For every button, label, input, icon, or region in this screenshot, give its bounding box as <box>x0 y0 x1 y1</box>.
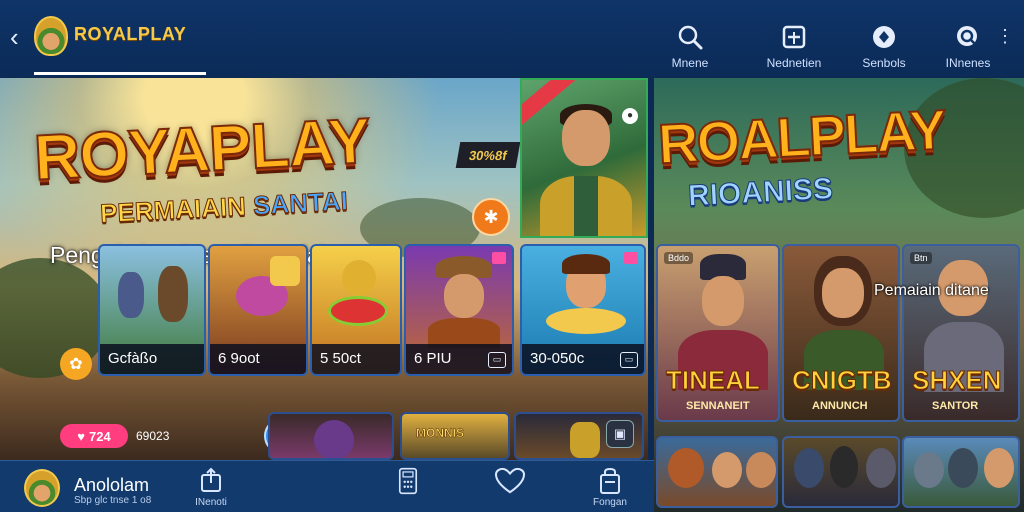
mini-game-card[interactable]: MONNIS <box>400 412 510 460</box>
mini-game-card[interactable] <box>268 412 394 460</box>
hero-subtitle: PERMAIAIN SANTAI <box>99 185 349 230</box>
right-title: ROALPLAY <box>656 97 948 177</box>
palm-decoration <box>0 258 110 378</box>
card-subtitle: ANNUNCH <box>812 400 868 412</box>
heart-icon: ♥ <box>77 428 85 444</box>
badge-icon <box>492 252 506 264</box>
game-caption: 5 50ct <box>312 344 400 374</box>
card-title: TINEAL <box>666 365 761 396</box>
right-game-card[interactable]: CNIGTB ANNUNCH <box>782 244 900 422</box>
topnav-item-ticket[interactable]: Nednetien <box>754 22 834 70</box>
game-card[interactable]: 30-050c ▭ <box>520 244 646 376</box>
promo-pill[interactable]: ♥ 724 <box>60 424 128 448</box>
gallery-icon[interactable]: ▣ <box>606 420 634 448</box>
game-art <box>312 246 400 344</box>
game-card[interactable]: Gcfàßo <box>98 244 206 376</box>
active-tab-indicator <box>34 72 206 75</box>
mini-card-label: MONNIS <box>416 426 465 441</box>
bottom-nav-wallet[interactable]: Fongan <box>588 467 632 508</box>
upload-icon <box>201 467 221 492</box>
character-face <box>562 110 610 166</box>
right-overlay-text: Pemaiain ditane <box>874 282 989 299</box>
chat-icon[interactable]: ▭ <box>620 352 638 368</box>
settings-circle-icon <box>873 26 895 48</box>
topnav-item-search[interactable]: Mnene <box>650 22 730 70</box>
user-avatar[interactable] <box>24 469 60 507</box>
bonus-button[interactable]: ✱ <box>472 198 510 236</box>
topnav-label: Mnene <box>671 56 709 70</box>
top-bar: ‹ ROYALPLAY Mnene Nednetien Senbols INne… <box>0 0 1024 76</box>
game-art <box>100 246 204 344</box>
game-card[interactable]: 6 9oot <box>208 244 308 376</box>
right-mini-card[interactable] <box>656 436 778 508</box>
badge-icon <box>624 252 638 264</box>
more-options-icon[interactable]: ⋮ <box>996 26 1014 46</box>
chat-search-icon <box>957 26 977 46</box>
back-arrow-icon[interactable]: ‹ <box>10 22 19 52</box>
bottom-nav-label: INenoti <box>195 497 227 508</box>
info-icon[interactable]: ● <box>622 108 638 124</box>
wallet-icon <box>600 467 620 494</box>
brand-name: ROYALPLAY <box>74 24 187 44</box>
promo-count: 69023 <box>136 429 170 443</box>
ticket-icon <box>782 25 806 49</box>
card-subtitle: SANTOR <box>932 400 979 412</box>
promo-tag: 30%8f <box>455 142 521 168</box>
promo-pill-value: 724 <box>89 428 111 444</box>
bottom-nav-calculator[interactable] <box>388 467 428 495</box>
topnav-label: Nednetien <box>766 56 822 70</box>
bottom-nav-upload[interactable]: INenoti <box>186 467 236 508</box>
right-mini-card[interactable] <box>902 436 1020 508</box>
card-title: CNIGTB <box>792 365 893 396</box>
right-mini-card[interactable] <box>782 436 900 508</box>
brand-logo <box>34 16 68 56</box>
user-name: Anololam <box>74 475 150 495</box>
topnav-label: Senbols <box>862 56 906 70</box>
chat-icon[interactable]: ▭ <box>488 352 506 368</box>
game-caption: 6 9oot <box>210 344 306 374</box>
card-tag: Bddo <box>664 252 694 264</box>
topnav-item-symbols[interactable]: Senbols <box>844 22 924 70</box>
hero-title: ROYAPLAY <box>31 103 372 194</box>
game-card[interactable]: 5 50ct <box>310 244 402 376</box>
hero-panel: ROYAPLAY PERMAIAIN SANTAI 30%8f ✱ ● Peng… <box>0 78 648 460</box>
right-subtitle: RIOANISS <box>687 172 835 214</box>
card-title: SHXEN <box>912 365 1003 396</box>
calculator-icon <box>398 467 418 495</box>
game-art <box>210 246 306 344</box>
featured-game-card[interactable]: ● <box>520 78 648 238</box>
search-icon <box>678 25 703 50</box>
bottom-bar: Anololam Sbp glc tnse 1 o8 INenoti Fonga… <box>0 460 654 512</box>
card-subtitle: SENNANEIT <box>686 400 750 412</box>
right-game-card[interactable]: Bddo TINEAL SENNANEIT <box>656 244 780 422</box>
bottom-nav-label: Fongan <box>593 497 627 508</box>
card-tag: Btn <box>910 252 932 264</box>
game-card[interactable]: 6 PIU ▭ <box>404 244 514 376</box>
right-game-card[interactable]: Btn SHXEN SANTOR <box>902 244 1020 422</box>
heart-icon <box>494 467 526 494</box>
paw-icon[interactable]: ✿ <box>60 348 92 380</box>
user-subtitle: Sbp glc tnse 1 o8 <box>74 495 152 506</box>
hero-subtitle-main: PERMAIAIN <box>99 190 247 229</box>
game-caption: Gcfàßo <box>100 344 204 374</box>
bottom-nav-favorites[interactable] <box>490 467 530 495</box>
hero-subtitle-accent: SANTAI <box>252 185 349 221</box>
topnav-label: INnenes <box>945 56 991 70</box>
character-shirt <box>574 176 598 236</box>
